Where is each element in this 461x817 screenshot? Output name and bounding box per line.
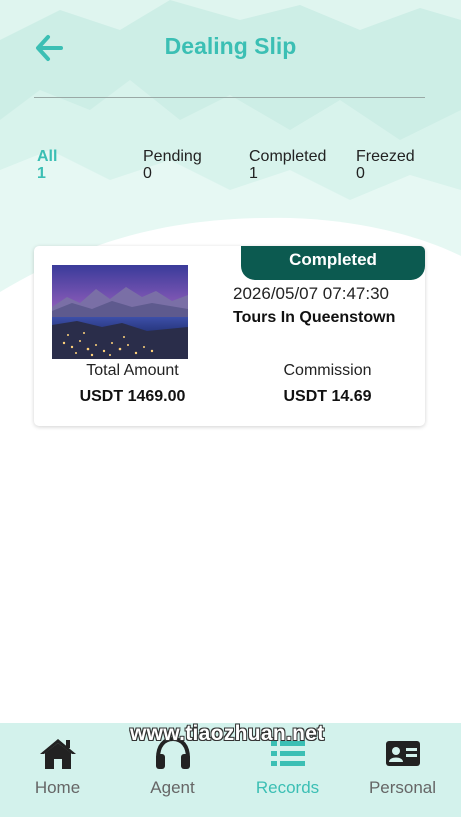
tab-count: 0 [356,165,365,182]
tour-image [52,265,188,359]
nav-label: Agent [150,778,195,797]
nav-label: Personal [368,778,437,797]
tab-count: 1 [249,165,258,182]
order-card[interactable]: Completed 2026/05/07 07:47:30 Tours In Q… [34,246,425,426]
tab-freezed[interactable]: Freezed 0 [356,148,415,182]
total-amount-label: Total Amount [86,362,179,379]
header-divider [34,97,425,98]
tab-label: Completed [249,148,327,165]
watermark-text: www.tiaozhuan.net [130,722,325,745]
nav-label: Records [255,778,320,797]
header: Dealing Slip [0,0,461,98]
status-badge: Completed [241,246,425,280]
tab-label: Freezed [356,148,415,165]
order-time: 2026/05/07 07:47:30 [233,284,389,303]
tab-pending[interactable]: Pending 0 [143,148,202,182]
tab-label: Pending [143,148,202,165]
id-card-icon [386,741,420,766]
commission-value: USDT 14.69 [283,388,372,405]
tab-count: 0 [143,165,152,182]
page-title: Dealing Slip [164,33,297,59]
nav-home[interactable]: Home [0,723,115,817]
nav-personal[interactable]: Personal [345,723,460,817]
status-tabs: All 1 Pending 0 Completed 1 Freezed 0 [37,148,437,188]
tab-all[interactable]: All 1 [37,148,57,182]
tab-label: All [37,148,58,165]
home-icon [40,739,76,769]
tab-count: 1 [37,165,46,182]
total-amount-value: USDT 1469.00 [79,388,186,405]
tab-completed[interactable]: Completed 1 [249,148,326,182]
product-name: Tours In Queenstown [233,309,396,326]
commission-label: Commission [283,362,372,379]
nav-label: Home [34,778,81,797]
